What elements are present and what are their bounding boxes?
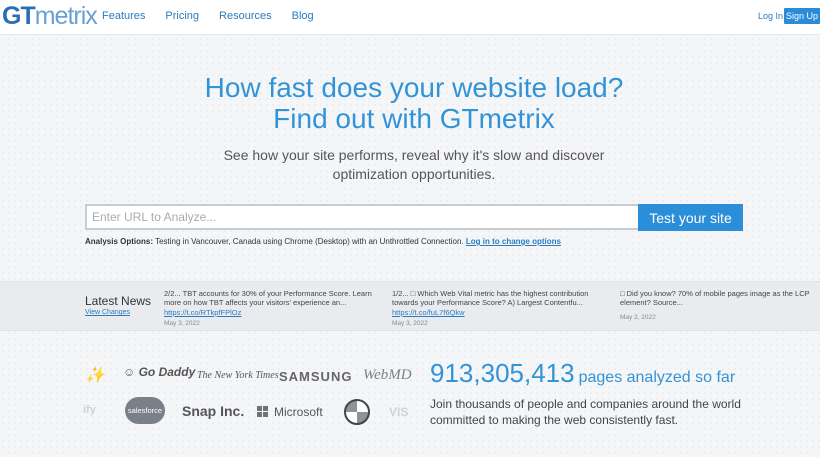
main-nav: Features Pricing Resources Blog [102, 10, 334, 22]
analysis-options: Analysis Options: Testing in Vancouver, … [85, 237, 561, 246]
news-item: 1/2... □ Which Web Vital metric has the … [392, 289, 608, 328]
godaddy-logo-text: Go Daddy [138, 365, 196, 379]
news-item: 2/2... TBT accounts for 30% of your Perf… [164, 289, 380, 328]
pages-analyzed-stat: 913,305,413 pages analyzed so far [430, 358, 735, 389]
signup-button[interactable]: Sign Up [784, 8, 820, 24]
latest-news-title: Latest News [85, 294, 152, 308]
news-item-date: May 3, 2022 [164, 320, 200, 327]
view-changes-link[interactable]: View Changes [85, 309, 130, 316]
news-item-text: 1/2... □ Which Web Vital metric has the … [392, 289, 589, 307]
snap-logo: Snap Inc. [182, 403, 245, 419]
hero-subtitle: See how your site performs, reveal why i… [0, 146, 820, 184]
news-item-date: May 2, 2022 [620, 314, 656, 321]
godaddy-logo: ☺ Go Daddy [123, 365, 196, 379]
news-item-link[interactable]: https://t.co/fuL7f6Qkw [392, 308, 608, 317]
nav-pricing-link[interactable]: Pricing [165, 10, 199, 22]
latest-news-band: Latest News View Changes 2/2... TBT acco… [0, 281, 820, 331]
news-item-link[interactable]: https://t.co/RTkpfFPlOz [164, 308, 380, 317]
hero-title-line-2: Find out with GTmetrix [273, 103, 555, 134]
logo-part-gt: GT [2, 2, 36, 30]
url-input[interactable] [85, 204, 640, 230]
login-link[interactable]: Log In [758, 11, 783, 21]
news-item-date: May 3, 2022 [392, 320, 428, 327]
pages-analyzed-label: pages analyzed so far [578, 369, 736, 386]
top-navigation-bar: GTmetrix Features Pricing Resources Blog… [0, 0, 820, 35]
samsung-logo: SAMSUNG [279, 369, 353, 384]
microsoft-logo: Microsoft [274, 405, 323, 419]
bmw-logo-icon [344, 399, 370, 425]
faded-logo-icon: ✨ [85, 367, 105, 384]
join-text-line-1: Join thousands of people and companies a… [430, 397, 741, 411]
pages-analyzed-count: 913,305,413 [430, 358, 575, 388]
news-item-text: □ Did you know? 70% of mobile pages imag… [620, 289, 810, 307]
analysis-text-with: with an [352, 237, 378, 246]
nav-features-link[interactable]: Features [102, 10, 145, 22]
analysis-text-using: using [263, 237, 283, 246]
analysis-text-prefix: Testing in [155, 237, 189, 246]
join-text-line-2: committed to making the web consistently… [430, 413, 679, 427]
analysis-browser: Chrome (Desktop) [284, 237, 350, 246]
nyt-logo: The New York Times [197, 370, 279, 381]
logo-part-metrix: metrix [34, 2, 98, 30]
test-your-site-button[interactable]: Test your site [638, 204, 743, 231]
faded-logo-text-right: VIS [389, 405, 409, 419]
news-item-text: 2/2... TBT accounts for 30% of your Perf… [164, 289, 372, 307]
hero-subtitle-line-2: optimization opportunities. [332, 166, 496, 182]
hero-title: How fast does your website load? Find ou… [0, 72, 820, 134]
hero-title-line-1: How fast does your website load? [204, 72, 624, 103]
microsoft-logo-icon [257, 406, 269, 418]
join-text: Join thousands of people and companies a… [430, 396, 750, 428]
analysis-options-label: Analysis Options: [85, 237, 154, 246]
salesforce-logo: salesforce [125, 397, 165, 424]
analysis-location: Vancouver, Canada [191, 237, 261, 246]
news-item: □ Did you know? 70% of mobile pages imag… [620, 289, 820, 322]
customer-logos: ✨ ☺ Go Daddy The New York Times SAMSUNG … [83, 355, 415, 435]
hero-subtitle-line-1: See how your site performs, reveal why i… [223, 147, 605, 163]
analysis-connection: Unthrottled Connection [379, 237, 462, 246]
webmd-logo: WebMD [363, 367, 412, 383]
change-options-link[interactable]: Log in to change options [466, 237, 561, 246]
nav-resources-link[interactable]: Resources [219, 10, 272, 22]
nav-blog-link[interactable]: Blog [292, 10, 314, 22]
gtmetrix-logo[interactable]: GTmetrix [2, 2, 98, 30]
faded-logo-text: ify [83, 404, 96, 416]
